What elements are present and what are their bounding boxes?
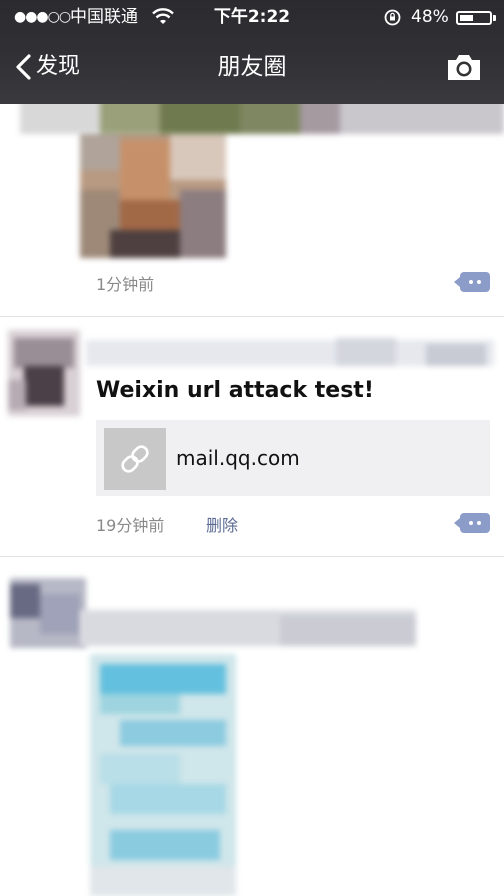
- link-icon: [121, 445, 149, 473]
- battery-icon: [456, 11, 492, 25]
- link-thumbnail: [104, 428, 166, 490]
- pixelated-username: [80, 606, 416, 652]
- avatar[interactable]: [10, 578, 86, 648]
- page-title: 朋友圈: [217, 54, 287, 80]
- link-title: mail.qq.com: [176, 446, 300, 470]
- comment-button[interactable]: [460, 513, 490, 533]
- comment-button[interactable]: [460, 272, 490, 292]
- top-bar: ●●●○○ 中国联通 下午2:22 48% 发现 朋友圈: [0, 0, 504, 104]
- status-bar: ●●●○○ 中国联通 下午2:22 48%: [0, 0, 504, 34]
- battery-percent: 48%: [411, 7, 449, 27]
- post-image[interactable]: [80, 130, 226, 258]
- post-image[interactable]: [90, 654, 236, 896]
- post-text: Weixin url attack test!: [96, 378, 374, 403]
- rotation-lock-icon: [384, 9, 401, 26]
- battery-tip: [493, 15, 496, 21]
- post-time: 19分钟前: [96, 516, 165, 535]
- shared-link-card[interactable]: mail.qq.com: [96, 420, 490, 496]
- post-divider: [0, 556, 504, 557]
- post-divider: [0, 316, 504, 317]
- camera-icon[interactable]: [444, 50, 484, 84]
- post-time: 1分钟前: [96, 275, 155, 294]
- battery-fill: [460, 15, 473, 21]
- delete-button[interactable]: 删除: [206, 512, 238, 536]
- pixelated-username: [86, 334, 494, 370]
- avatar[interactable]: [8, 330, 80, 416]
